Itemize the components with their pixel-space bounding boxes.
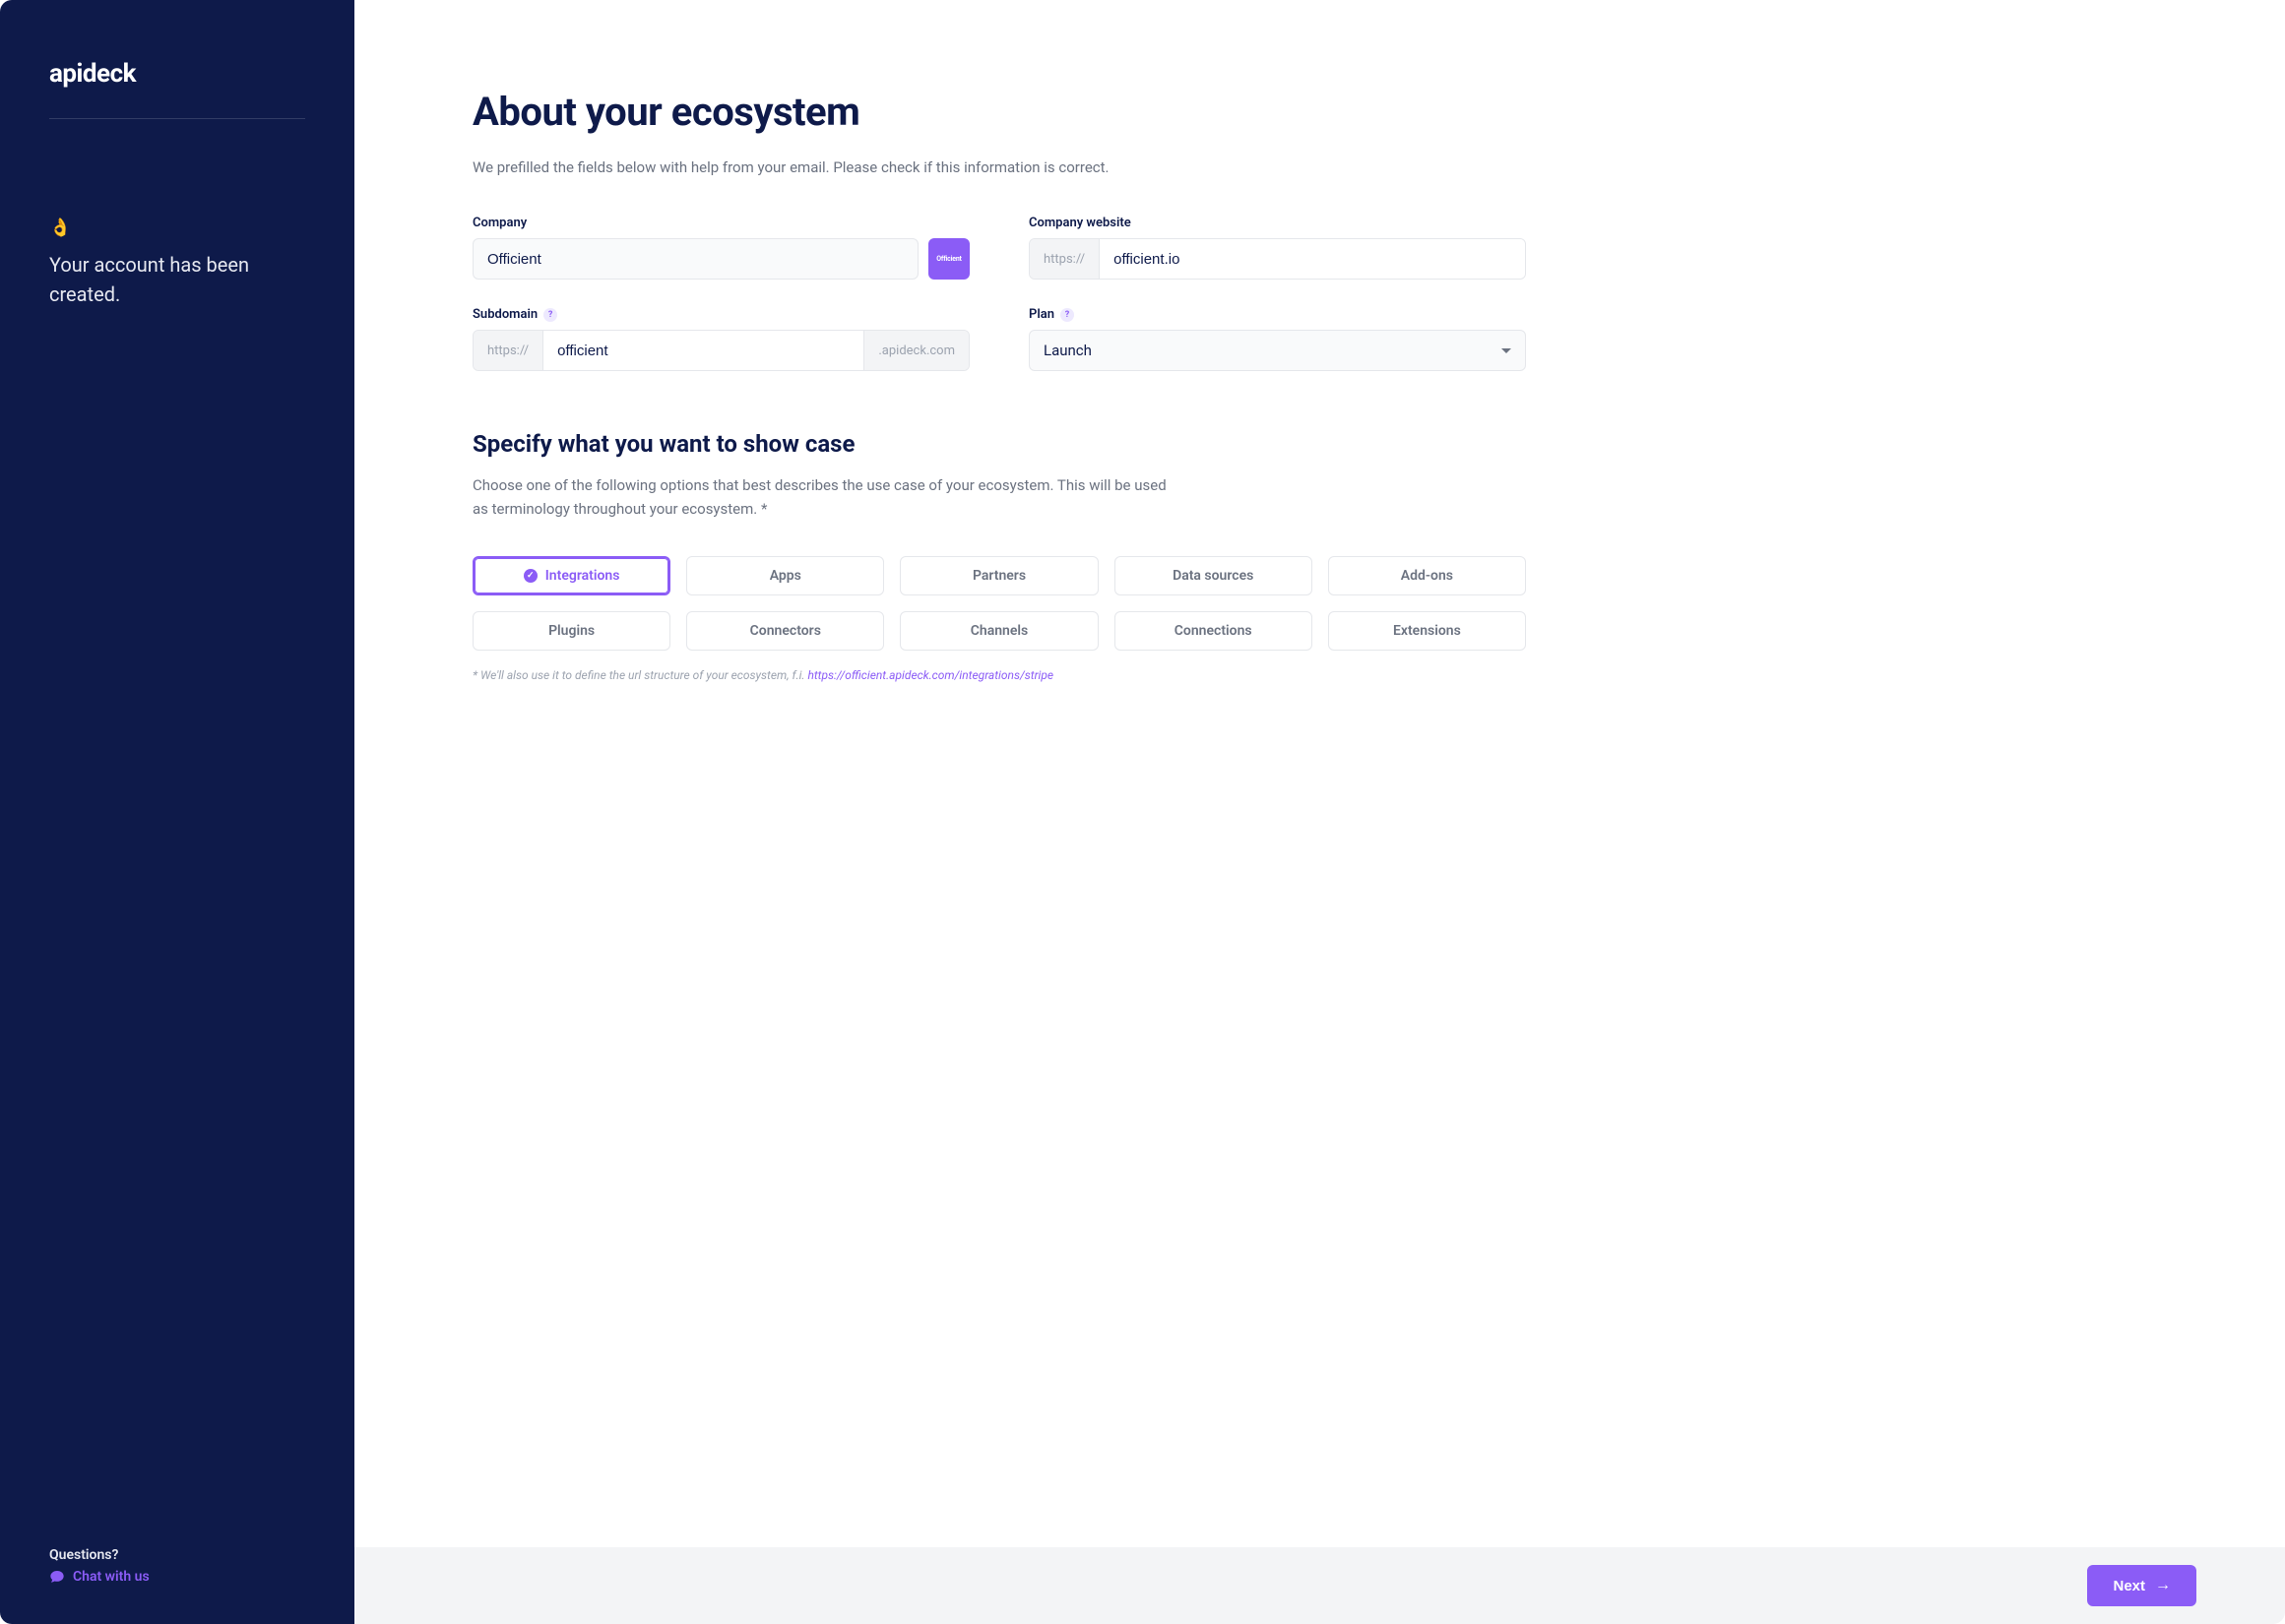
chat-label: Chat with us <box>73 1569 150 1585</box>
footer-bar: Next → <box>354 1547 2285 1624</box>
company-logo-tile: Officient <box>928 238 970 280</box>
website-protocol-addon: https:// <box>1030 239 1100 279</box>
section-title: Specify what you want to show case <box>473 430 1526 458</box>
website-label: Company website <box>1029 216 1526 230</box>
option-plugins[interactable]: Plugins <box>473 611 670 651</box>
footnote: * We'll also use it to define the url st… <box>473 668 1526 682</box>
ok-hand-icon: 👌 <box>49 218 305 238</box>
main: About your ecosystem We prefilled the fi… <box>354 0 2285 1624</box>
questions-label: Questions? <box>49 1547 305 1563</box>
account-created-text: Your account has been created. <box>49 250 305 309</box>
chat-with-us-link[interactable]: Chat with us <box>49 1569 305 1585</box>
option-connectors[interactable]: Connectors <box>686 611 884 651</box>
option-partners[interactable]: Partners <box>900 556 1098 595</box>
plan-label: Plan ? <box>1029 307 1526 322</box>
chat-icon <box>49 1569 65 1585</box>
subdomain-label: Subdomain ? <box>473 307 970 322</box>
page-subtitle: We prefilled the fields below with help … <box>473 158 1526 176</box>
plan-value: Launch <box>1044 342 1092 359</box>
option-add-ons[interactable]: Add-ons <box>1328 556 1526 595</box>
brand-logo: apideck <box>49 59 305 89</box>
plan-select[interactable]: Launch <box>1029 330 1526 371</box>
website-input[interactable] <box>1100 239 1525 279</box>
next-button[interactable]: Next → <box>2087 1565 2196 1606</box>
subdomain-protocol-addon: https:// <box>474 331 543 370</box>
option-integrations[interactable]: ✓Integrations <box>473 556 670 595</box>
help-icon[interactable]: ? <box>1060 308 1074 322</box>
options-grid: ✓Integrations Apps Partners Data sources Add… <box>473 556 1526 651</box>
arrow-right-icon: → <box>2155 1577 2171 1594</box>
option-data-sources[interactable]: Data sources <box>1114 556 1312 595</box>
option-extensions[interactable]: Extensions <box>1328 611 1526 651</box>
option-connections[interactable]: Connections <box>1114 611 1312 651</box>
subdomain-input[interactable] <box>543 331 863 370</box>
check-circle-icon: ✓ <box>524 569 538 583</box>
subdomain-suffix-addon: .apideck.com <box>863 331 969 370</box>
sidebar: apideck 👌 Your account has been created.… <box>0 0 354 1624</box>
company-label: Company <box>473 216 970 230</box>
option-apps[interactable]: Apps <box>686 556 884 595</box>
option-channels[interactable]: Channels <box>900 611 1098 651</box>
company-input[interactable] <box>473 238 919 280</box>
page-title: About your ecosystem <box>473 89 1526 135</box>
help-icon[interactable]: ? <box>543 308 557 322</box>
section-subtitle: Choose one of the following options that… <box>473 473 1181 521</box>
chevron-down-icon <box>1501 348 1511 353</box>
sidebar-divider <box>49 118 305 119</box>
footnote-link[interactable]: https://officient.apideck.com/integratio… <box>807 668 1053 682</box>
